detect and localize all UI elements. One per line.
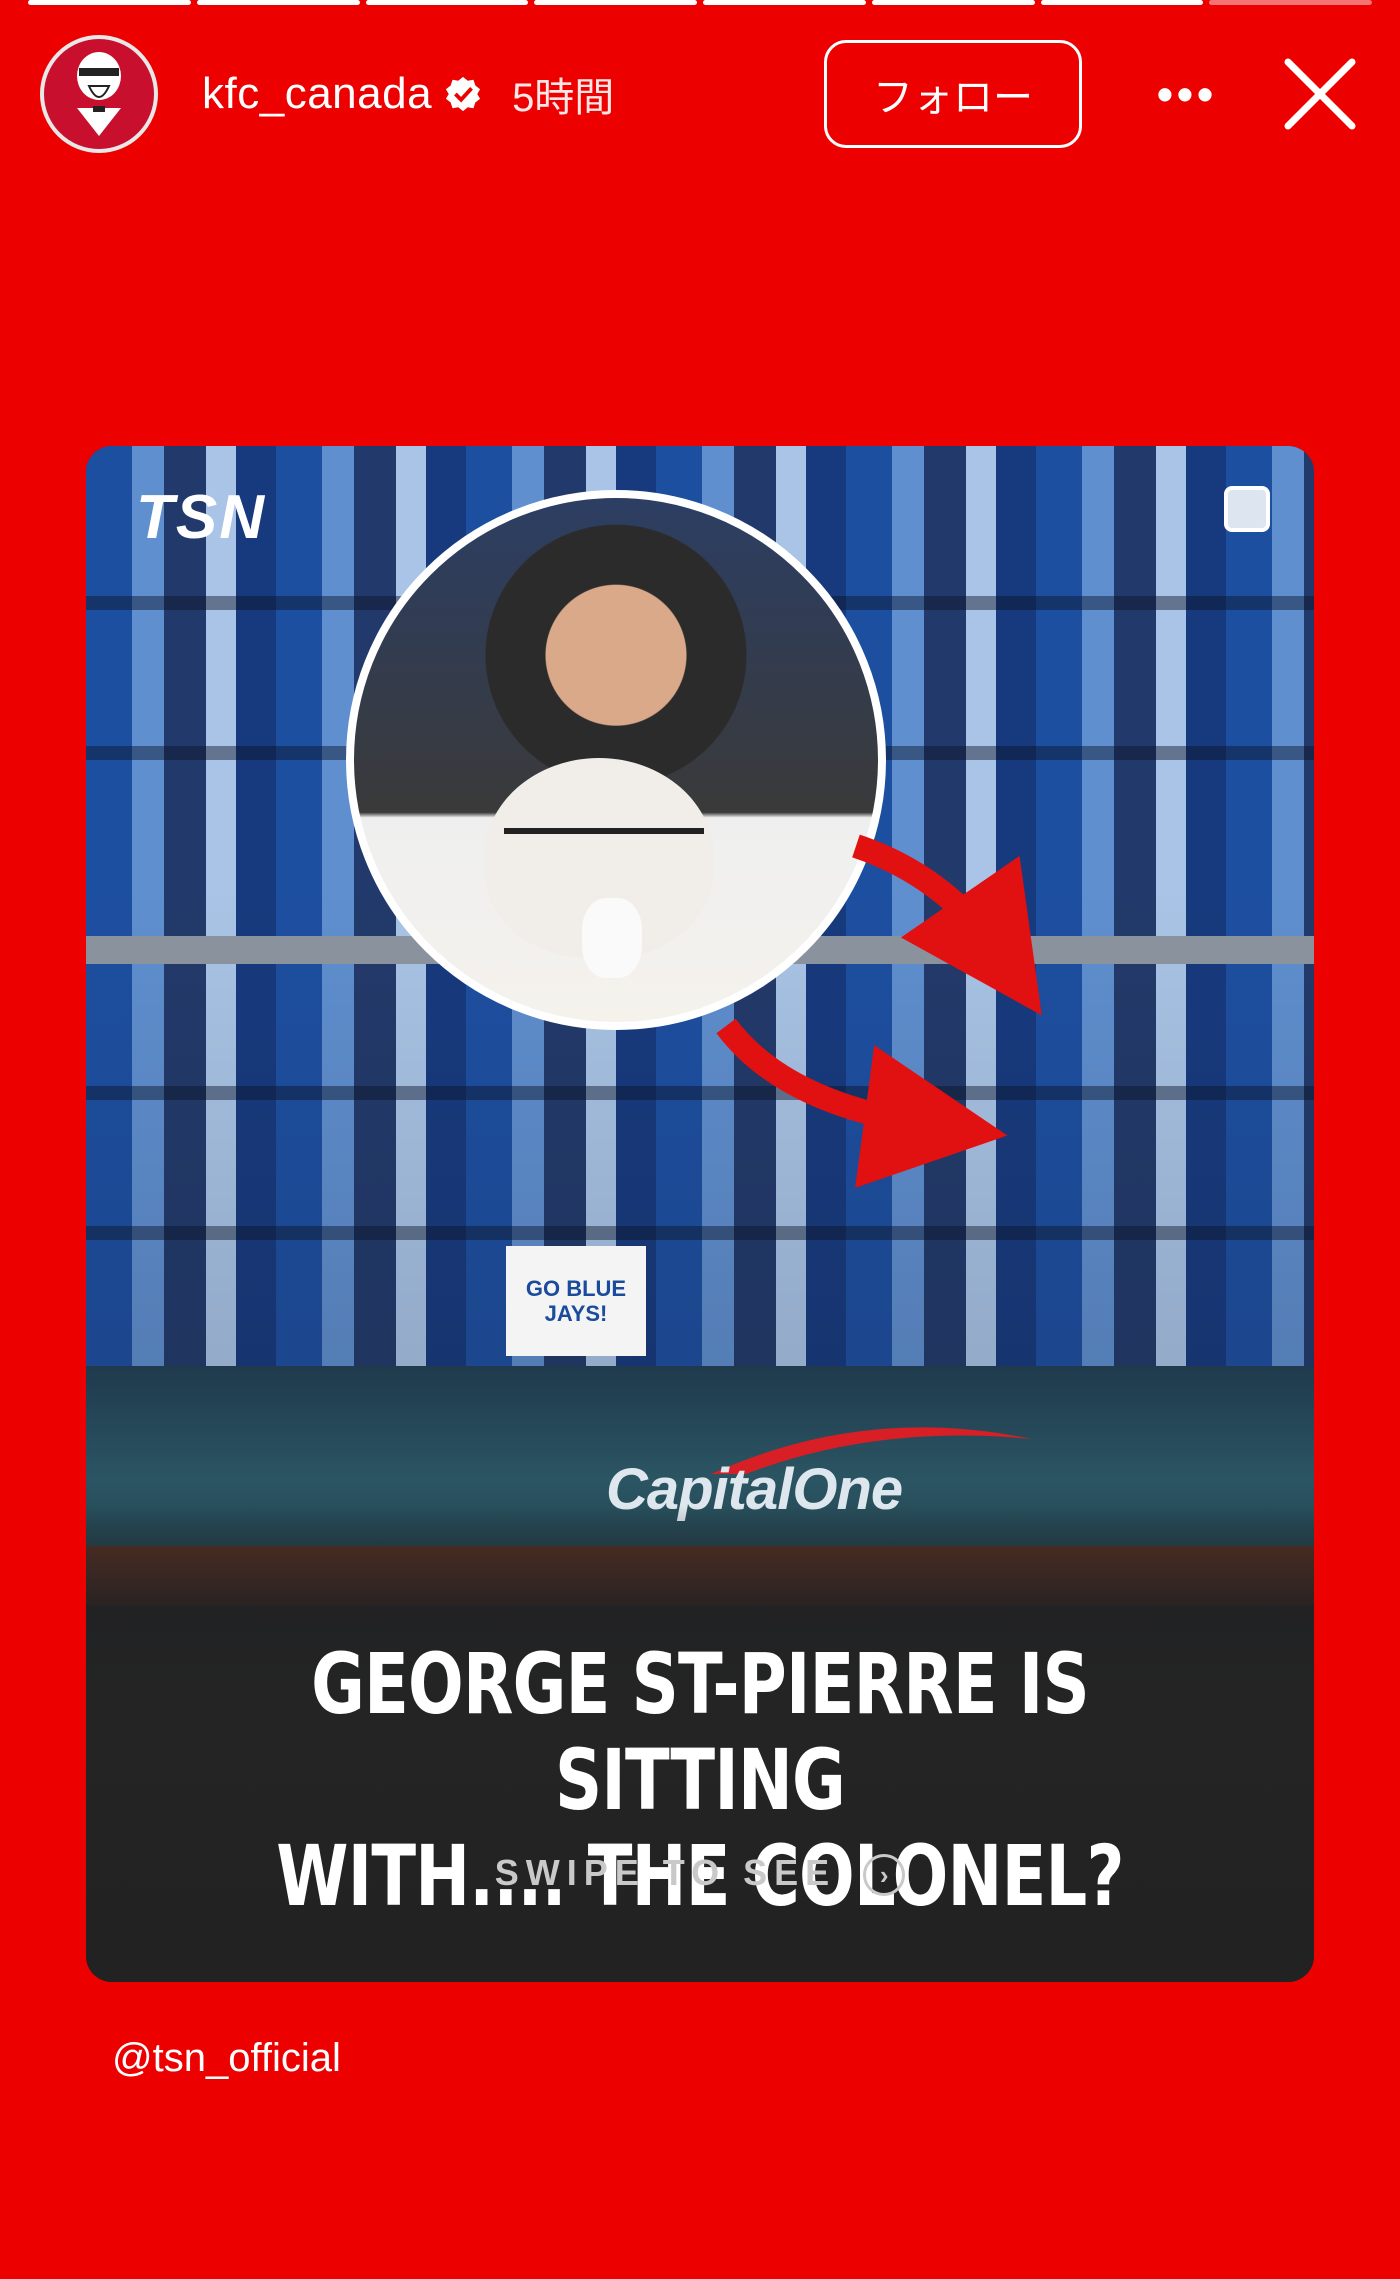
- swipe-to-see[interactable]: SWIPE TO SEE ›: [86, 1852, 1314, 1897]
- verified-badge-icon: [445, 76, 481, 112]
- username[interactable]: kfc_canada: [202, 69, 432, 119]
- story-progress-segment: [196, 0, 360, 5]
- more-options-button[interactable]: •••: [1152, 67, 1222, 121]
- post-image-card[interactable]: GO BLUE JAYS! CapitalOne TSN GEORGE ST-P…: [86, 446, 1314, 1982]
- story-progress-segment: [1209, 0, 1372, 5]
- arrow-to-colonel: [716, 1018, 1008, 1188]
- story-progress-segment: [871, 0, 1035, 5]
- arrow-to-gsp: [852, 834, 1042, 1016]
- story-progress-segment: [365, 0, 529, 5]
- story-progress-segment: [28, 0, 191, 5]
- story-header: kfc_canada 5時間 フォロー •••: [40, 34, 1360, 154]
- chevron-right-icon: ›: [863, 1854, 906, 1897]
- colonel-logo-icon: [77, 52, 121, 136]
- close-button[interactable]: [1280, 54, 1360, 134]
- follow-button[interactable]: フォロー: [824, 40, 1082, 148]
- story-progress-segment: [703, 0, 866, 5]
- swipe-label: SWIPE TO SEE: [494, 1852, 837, 1893]
- avatar[interactable]: [40, 35, 158, 153]
- headline-line-1: GEORGE ST-PIERRE IS SITTING: [311, 1635, 1090, 1829]
- mention-link[interactable]: @tsn_official: [112, 2036, 341, 2081]
- story-progress-segment: [534, 0, 697, 5]
- post-time: 5時間: [512, 76, 615, 120]
- pointer-arrows: [716, 834, 1042, 1188]
- close-icon: [1284, 58, 1356, 130]
- story-progress-segment: [1040, 0, 1204, 5]
- story-progress-bar: [28, 0, 1372, 6]
